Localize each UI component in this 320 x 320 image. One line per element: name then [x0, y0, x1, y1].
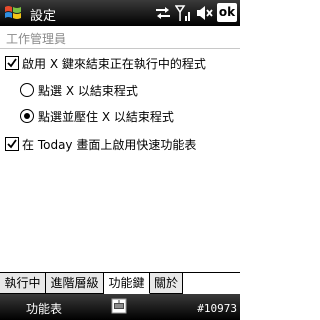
watermark-text: #10973: [197, 302, 237, 315]
radio-selected-dot: [24, 113, 30, 119]
menu-bar: 功能表 #10973: [0, 294, 240, 320]
tap-hold-x-label: 點選並壓住 X 以結束程式: [38, 110, 174, 124]
tab-bar: 執行中 進階層級 功能鍵 關於: [0, 272, 240, 295]
ok-button[interactable]: ok: [217, 3, 237, 22]
menu-softkey[interactable]: 功能表: [26, 300, 62, 317]
today-shortcut-option[interactable]: 在 Today 畫面上啟用快速功能表: [0, 133, 240, 155]
signal-strength-icon[interactable]: [174, 4, 193, 22]
today-shortcut-label: 在 Today 畫面上啟用快速功能表: [22, 138, 197, 152]
enable-x-close-checkbox[interactable]: [5, 56, 19, 70]
page-header: 工作管理員: [0, 26, 240, 49]
page-title: 工作管理員: [6, 32, 67, 46]
tap-x-label: 點選 X 以結束程式: [38, 84, 138, 98]
enable-x-close-label: 啟用 X 鍵來結束正在執行中的程式: [22, 57, 206, 71]
today-shortcut-checkbox[interactable]: [5, 137, 19, 151]
tab-advanced[interactable]: 進階層級: [46, 273, 104, 294]
windows-flag-icon[interactable]: [3, 3, 23, 23]
title-bar: 設定 ok: [0, 0, 240, 26]
enable-x-close-option[interactable]: 啟用 X 鍵來結束正在執行中的程式: [0, 52, 240, 74]
tab-function-keys[interactable]: 功能鍵: [104, 273, 150, 294]
window-title: 設定: [30, 9, 57, 24]
tap-hold-x-option[interactable]: 點選並壓住 X 以結束程式: [0, 105, 240, 127]
tap-hold-x-radio[interactable]: [20, 109, 34, 123]
volume-muted-icon[interactable]: [196, 4, 214, 22]
sync-arrows-icon[interactable]: [154, 4, 172, 22]
keyboard-icon[interactable]: [111, 298, 127, 314]
tab-about[interactable]: 關於: [150, 273, 183, 294]
tap-x-radio[interactable]: [20, 83, 34, 97]
tab-running[interactable]: 執行中: [0, 273, 46, 294]
tap-x-option[interactable]: 點選 X 以結束程式: [0, 79, 240, 101]
